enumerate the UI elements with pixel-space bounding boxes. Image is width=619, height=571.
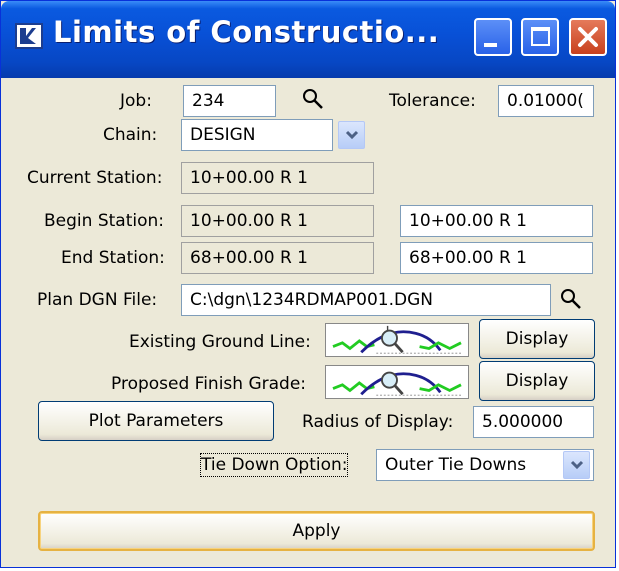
chain-label: Chain:	[103, 125, 158, 145]
title-bar[interactable]: Limits of Constructio...	[1, 1, 615, 78]
radius-label: Radius of Display:	[302, 412, 454, 432]
existing-ground-label: Existing Ground Line:	[129, 332, 311, 352]
plot-parameters-button[interactable]: Plot Parameters	[38, 401, 274, 441]
begin-station-label: Begin Station:	[44, 211, 164, 231]
job-search-icon[interactable]	[301, 87, 325, 111]
begin-station-input[interactable]: 10+00.00 R 1	[400, 205, 593, 237]
close-button[interactable]	[569, 18, 607, 56]
plan-dgn-input[interactable]: C:\dgn\1234RDMAP001.DGN	[181, 284, 551, 316]
app-icon	[15, 23, 43, 49]
radius-input[interactable]: 5.000000	[473, 406, 594, 438]
tie-down-select[interactable]: Outer Tie Downs	[376, 449, 594, 481]
apply-button[interactable]: Apply	[38, 511, 595, 551]
chevron-down-icon	[345, 130, 359, 140]
tie-down-label: Tie Down Option:	[199, 453, 349, 477]
proposed-finish-label: Proposed Finish Grade:	[111, 374, 307, 394]
minimize-button[interactable]	[474, 18, 512, 56]
begin-station-current-field: 10+00.00 R 1	[181, 205, 374, 237]
tolerance-label: Tolerance:	[389, 91, 476, 111]
limits-of-construction-dialog: Limits of Constructio... Job: 234 Tolera…	[0, 0, 616, 568]
chain-select[interactable]: DESIGN	[181, 119, 333, 151]
proposed-finish-preview	[325, 365, 469, 399]
proposed-finish-display-button[interactable]: Display	[479, 361, 595, 401]
close-icon	[578, 27, 598, 47]
browse-file-search-icon[interactable]	[559, 287, 583, 311]
existing-ground-display-button[interactable]: Display	[479, 319, 595, 359]
plan-dgn-label: Plan DGN File:	[37, 290, 158, 310]
job-input[interactable]: 234	[183, 85, 276, 117]
end-station-current-field: 68+00.00 R 1	[181, 242, 374, 274]
window-title: Limits of Constructio...	[53, 15, 440, 49]
tie-down-dropdown-button[interactable]	[563, 451, 590, 479]
tolerance-input[interactable]: 0.01000(	[498, 85, 594, 117]
current-station-label: Current Station:	[27, 168, 163, 188]
maximize-icon	[531, 27, 550, 46]
end-station-input[interactable]: 68+00.00 R 1	[400, 242, 593, 274]
chevron-down-icon	[570, 460, 584, 470]
maximize-button[interactable]	[521, 18, 559, 56]
chain-dropdown-button[interactable]	[338, 121, 365, 149]
minimize-icon	[484, 43, 497, 47]
end-station-label: End Station:	[61, 248, 165, 268]
job-label: Job:	[120, 91, 152, 111]
existing-ground-preview	[325, 323, 469, 357]
current-station-field: 10+00.00 R 1	[181, 162, 374, 194]
